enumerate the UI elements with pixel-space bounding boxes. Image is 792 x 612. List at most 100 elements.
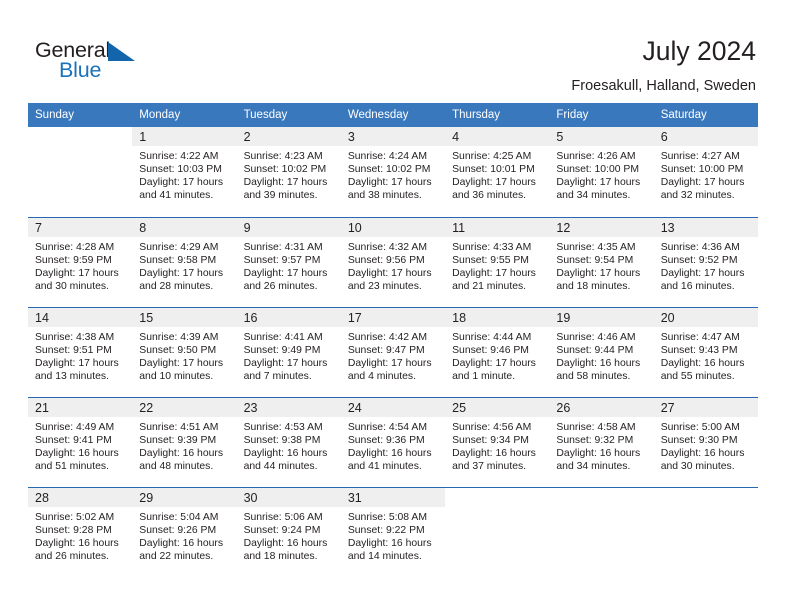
day-details: Sunrise: 4:46 AM Sunset: 9:44 PM Daylight:…: [549, 327, 653, 383]
day-number: 1: [132, 127, 237, 146]
day-cell[interactable]: 9 Sunrise: 4:31 AM Sunset: 9:57 PM Daylight…: [236, 216, 341, 307]
triangle-icon: [108, 42, 135, 61]
logo-word-blue: Blue: [59, 58, 102, 82]
daylight-text: Daylight: 17 hours and 18 minutes.: [556, 267, 641, 292]
general-blue-logo[interactable]: General Blue: [35, 38, 165, 86]
day-cell[interactable]: 19 Sunrise: 4:46 AM Sunset: 9:44 PM Dayligh…: [549, 306, 654, 397]
day-number: 13: [653, 217, 758, 237]
day-details: Sunrise: 4:38 AM Sunset: 9:51 PM Daylight:…: [28, 327, 132, 383]
day-number: 10: [340, 217, 446, 237]
day-cell[interactable]: 12 Sunrise: 4:35 AM Sunset: 9:54 PM Dayligh…: [549, 216, 654, 307]
sunrise-text: Sunrise: 4:36 AM: [660, 241, 740, 253]
day-details: Sunrise: 4:32 AM Sunset: 9:56 PM Daylight:…: [341, 237, 445, 293]
sunrise-text: Sunrise: 4:33 AM: [452, 241, 532, 253]
day-cell[interactable]: 29 Sunrise: 5:04 AM Sunset: 9:26 PM Dayligh…: [132, 486, 237, 577]
daylight-text: Daylight: 17 hours and 38 minutes.: [347, 177, 432, 202]
sunrise-text: Sunrise: 4:35 AM: [556, 241, 636, 253]
daylight-text: Daylight: 17 hours and 10 minutes.: [139, 357, 224, 382]
sunrise-text: Sunrise: 4:51 AM: [139, 421, 219, 433]
day-cell[interactable]: 15 Sunrise: 4:39 AM Sunset: 9:50 PM Dayligh…: [132, 306, 237, 397]
day-cell[interactable]: 18 Sunrise: 4:44 AM Sunset: 9:46 PM Dayligh…: [445, 306, 550, 397]
day-cell[interactable]: 2 Sunrise: 4:23 AM Sunset: 10:02 PM Dayligh…: [236, 127, 341, 217]
day-cell[interactable]: 24 Sunrise: 4:54 AM Sunset: 9:36 PM Dayligh…: [340, 396, 446, 487]
day-number: 23: [236, 397, 341, 417]
day-cell[interactable]: 23 Sunrise: 4:53 AM Sunset: 9:38 PM Dayligh…: [236, 396, 341, 487]
day-number: 18: [445, 307, 550, 327]
sunrise-text: Sunrise: 4:44 AM: [452, 331, 532, 343]
day-cell[interactable]: 5 Sunrise: 4:26 AM Sunset: 10:00 PM Dayligh…: [549, 127, 654, 217]
day-cell-empty: [445, 486, 550, 577]
sunset-text: Sunset: 9:32 PM: [556, 434, 634, 446]
day-number: 27: [653, 397, 758, 417]
day-number: 12: [549, 217, 654, 237]
day-cell[interactable]: 28 Sunrise: 5:02 AM Sunset: 9:28 PM Dayligh…: [28, 486, 133, 577]
day-cell[interactable]: 14 Sunrise: 4:38 AM Sunset: 9:51 PM Dayligh…: [28, 306, 133, 397]
sunset-text: Sunset: 9:39 PM: [139, 434, 217, 446]
day-cell[interactable]: 1 Sunrise: 4:22 AM Sunset: 10:03 PM Dayligh…: [132, 127, 237, 217]
sunrise-text: Sunrise: 4:22 AM: [139, 151, 219, 162]
day-details: Sunrise: 4:24 AM Sunset: 10:02 PM Daylight…: [341, 146, 445, 202]
sunset-text: Sunset: 9:22 PM: [347, 524, 425, 536]
day-cell[interactable]: 6 Sunrise: 4:27 AM Sunset: 10:00 PM Dayligh…: [653, 127, 758, 217]
day-cell[interactable]: 26 Sunrise: 4:58 AM Sunset: 9:32 PM Dayligh…: [549, 396, 654, 487]
day-number: 2: [236, 127, 341, 146]
daylight-text: Daylight: 16 hours and 14 minutes.: [347, 537, 432, 562]
calendar-week-row: 14 Sunrise: 4:38 AM Sunset: 9:51 PM Dayligh…: [28, 306, 758, 397]
day-details: Sunrise: 4:51 AM Sunset: 9:39 PM Daylight:…: [132, 417, 236, 473]
sunrise-text: Sunrise: 5:02 AM: [35, 511, 115, 523]
day-number: 3: [340, 127, 446, 146]
day-number: 29: [132, 487, 237, 507]
sunrise-text: Sunrise: 4:27 AM: [660, 151, 740, 162]
day-cell[interactable]: 4 Sunrise: 4:25 AM Sunset: 10:01 PM Dayligh…: [445, 127, 550, 217]
day-cell[interactable]: 10 Sunrise: 4:32 AM Sunset: 9:56 PM Dayligh…: [340, 216, 446, 307]
day-details: Sunrise: 4:53 AM Sunset: 9:38 PM Daylight:…: [237, 417, 341, 473]
day-cell[interactable]: 11 Sunrise: 4:33 AM Sunset: 9:55 PM Dayligh…: [445, 216, 550, 307]
day-details: Sunrise: 4:22 AM Sunset: 10:03 PM Daylight…: [132, 146, 236, 202]
daylight-text: Daylight: 17 hours and 23 minutes.: [347, 267, 432, 292]
day-cell[interactable]: 30 Sunrise: 5:06 AM Sunset: 9:24 PM Dayligh…: [236, 486, 341, 577]
day-number: 30: [236, 487, 341, 507]
day-cell[interactable]: 7 Sunrise: 4:28 AM Sunset: 9:59 PM Daylight…: [28, 216, 133, 307]
day-number: [445, 488, 549, 507]
sunrise-text: Sunrise: 4:41 AM: [243, 331, 323, 343]
daylight-text: Daylight: 17 hours and 13 minutes.: [35, 357, 119, 382]
calendar-week-row: 1 Sunrise: 4:22 AM Sunset: 10:03 PM Dayligh…: [28, 127, 758, 217]
daylight-text: Daylight: 16 hours and 34 minutes.: [556, 447, 641, 472]
daylight-text: Daylight: 16 hours and 55 minutes.: [660, 357, 745, 382]
sunset-text: Sunset: 9:43 PM: [660, 344, 738, 356]
day-cell[interactable]: 31 Sunrise: 5:08 AM Sunset: 9:22 PM Dayligh…: [340, 486, 446, 577]
day-cell[interactable]: 17 Sunrise: 4:42 AM Sunset: 9:47 PM Dayligh…: [340, 306, 446, 397]
sunset-text: Sunset: 10:01 PM: [452, 164, 535, 176]
day-number: 7: [28, 217, 133, 237]
day-cell[interactable]: 22 Sunrise: 4:51 AM Sunset: 9:39 PM Dayligh…: [132, 396, 237, 487]
day-cell[interactable]: 27 Sunrise: 5:00 AM Sunset: 9:30 PM Dayligh…: [653, 396, 758, 487]
day-details: Sunrise: 4:27 AM Sunset: 10:00 PM Daylight…: [654, 146, 758, 202]
daylight-text: Daylight: 16 hours and 41 minutes.: [347, 447, 432, 472]
day-cell[interactable]: 16 Sunrise: 4:41 AM Sunset: 9:49 PM Dayligh…: [236, 306, 341, 397]
sunrise-text: Sunrise: 4:56 AM: [452, 421, 532, 433]
sunset-text: Sunset: 9:52 PM: [660, 254, 738, 266]
daylight-text: Daylight: 17 hours and 21 minutes.: [452, 267, 536, 292]
day-cell[interactable]: 25 Sunrise: 4:56 AM Sunset: 9:34 PM Dayligh…: [445, 396, 550, 487]
sunrise-text: Sunrise: 4:38 AM: [35, 331, 115, 343]
sunset-text: Sunset: 9:30 PM: [660, 434, 738, 446]
day-cell[interactable]: 13 Sunrise: 4:36 AM Sunset: 9:52 PM Dayligh…: [653, 216, 758, 307]
day-cell[interactable]: 8 Sunrise: 4:29 AM Sunset: 9:58 PM Daylight…: [132, 216, 237, 307]
day-number: 16: [236, 307, 341, 327]
day-cell[interactable]: 21 Sunrise: 4:49 AM Sunset: 9:41 PM Dayligh…: [28, 396, 133, 487]
sunrise-text: Sunrise: 4:25 AM: [452, 151, 532, 162]
day-details: Sunrise: 4:26 AM Sunset: 10:00 PM Daylight…: [549, 146, 653, 202]
daylight-text: Daylight: 17 hours and 1 minute.: [452, 357, 536, 382]
calendar-table: Sunday Monday Tuesday Wednesday Thursday…: [28, 103, 758, 577]
day-details: Sunrise: 4:44 AM Sunset: 9:46 PM Daylight:…: [445, 327, 549, 383]
daylight-text: Daylight: 17 hours and 26 minutes.: [243, 267, 328, 292]
sunrise-text: Sunrise: 5:00 AM: [660, 421, 740, 433]
sunset-text: Sunset: 9:24 PM: [243, 524, 321, 536]
day-details: Sunrise: 4:29 AM Sunset: 9:58 PM Daylight:…: [132, 237, 236, 293]
sunrise-text: Sunrise: 5:04 AM: [139, 511, 219, 523]
sunrise-text: Sunrise: 4:28 AM: [35, 241, 115, 253]
day-number: 8: [132, 217, 237, 237]
day-number: 11: [445, 217, 550, 237]
day-cell[interactable]: 20 Sunrise: 4:47 AM Sunset: 9:43 PM Dayligh…: [653, 306, 758, 397]
day-cell[interactable]: 3 Sunrise: 4:24 AM Sunset: 10:02 PM Dayligh…: [340, 127, 446, 217]
